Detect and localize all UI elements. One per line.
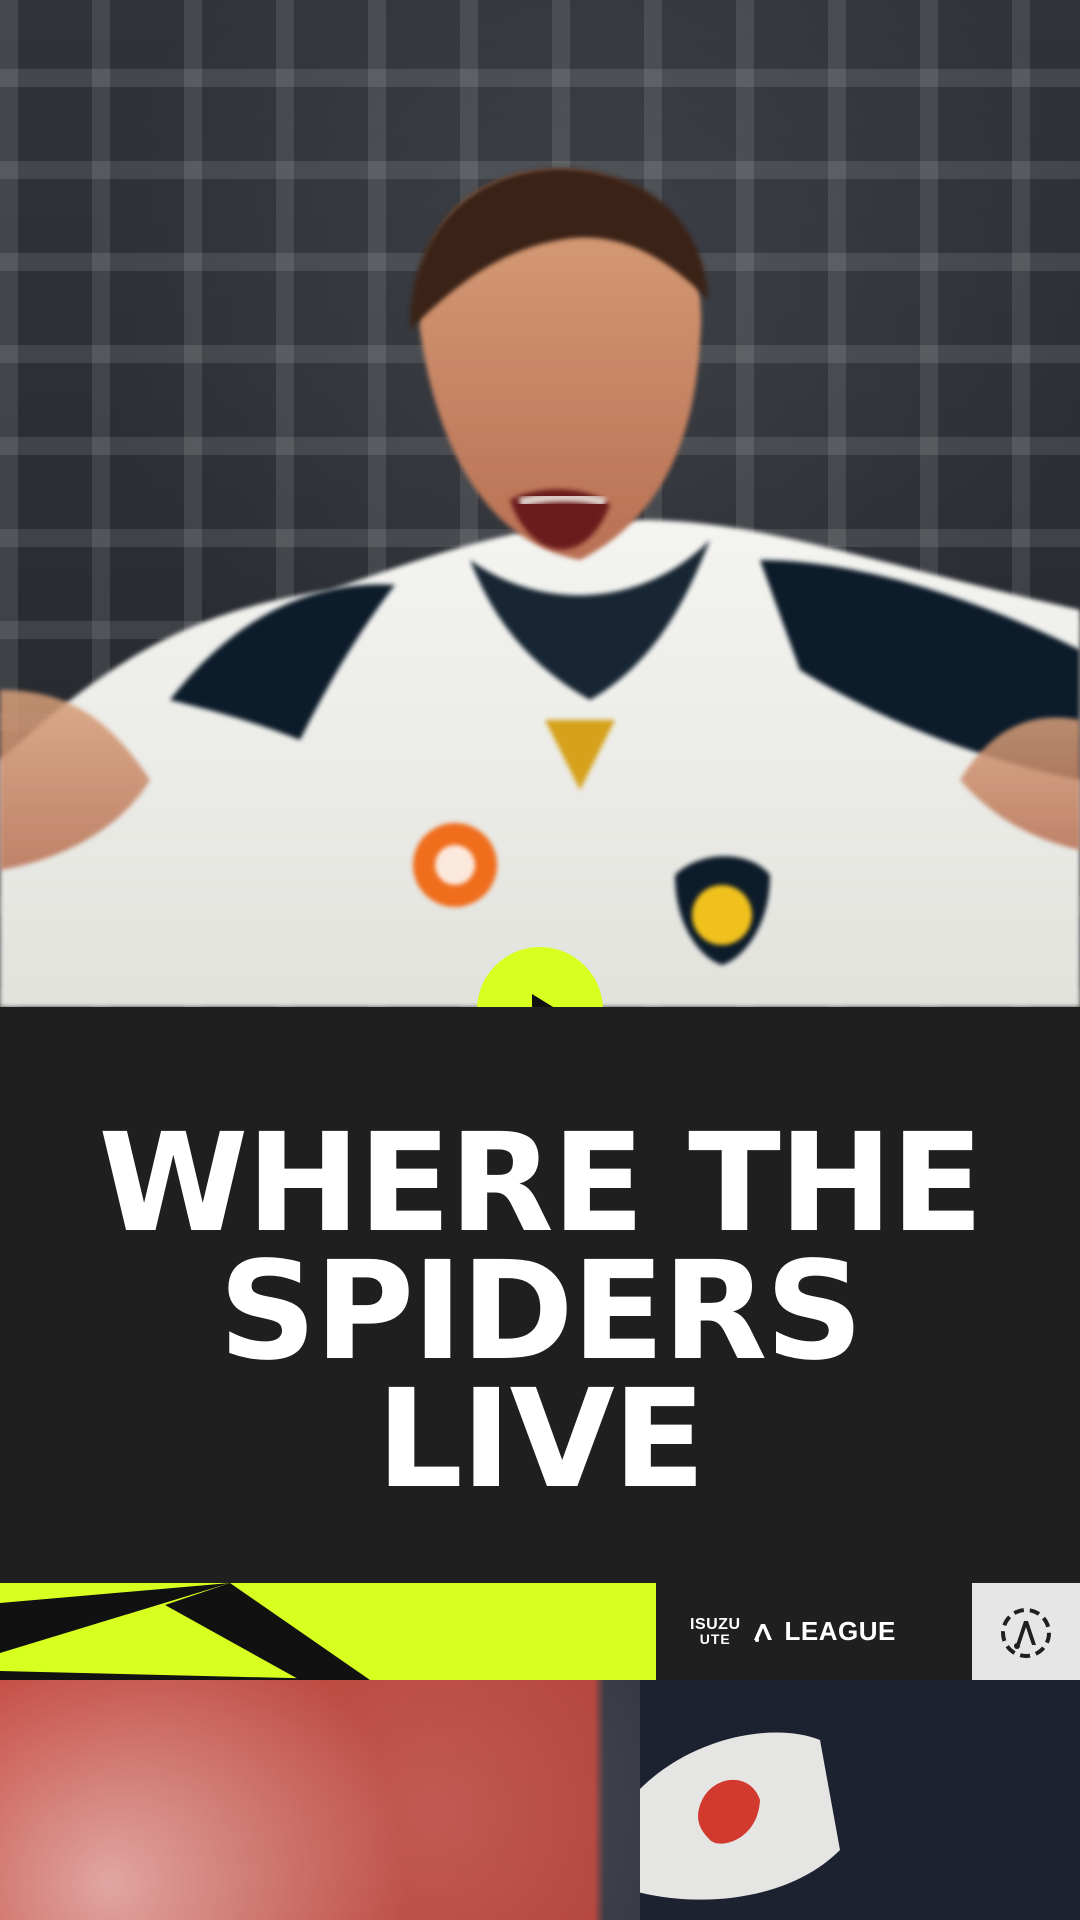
a-league-mark-icon	[753, 1623, 772, 1642]
league-text: LEAGUE	[784, 1616, 896, 1646]
a-league-badge	[972, 1583, 1080, 1680]
hero-photo	[0, 0, 1080, 1007]
story-page: WHERE THE SPIDERS LIVE ISUZU UTE LEAGUE	[0, 0, 1080, 1920]
band-pattern	[0, 1583, 656, 1680]
ute-text: UTE	[699, 1630, 731, 1647]
isuzu-text: ISUZU	[690, 1615, 741, 1633]
headline-line-2: SPIDERS	[218, 1233, 864, 1391]
sponsor-logo: ISUZU UTE LEAGUE	[656, 1583, 972, 1680]
isuzu-ute-a-league-wordmark: ISUZU UTE LEAGUE	[690, 1611, 896, 1652]
bottom-photo	[0, 1680, 1080, 1920]
brand-stripe: ISUZU UTE LEAGUE	[0, 1583, 1080, 1680]
lime-graphic-band	[0, 1583, 656, 1680]
headline-line-3: LIVE	[376, 1361, 705, 1519]
play-icon	[532, 994, 554, 1007]
player-photo	[0, 168, 1080, 1007]
headline-line-1: WHERE THE	[98, 1105, 983, 1263]
sleeve-patch	[640, 1680, 1080, 1920]
headline: WHERE THE SPIDERS LIVE	[0, 1105, 1080, 1519]
isuzu-ute: ISUZU UTE	[690, 1615, 741, 1647]
a-league-badge-icon	[1001, 1608, 1051, 1658]
